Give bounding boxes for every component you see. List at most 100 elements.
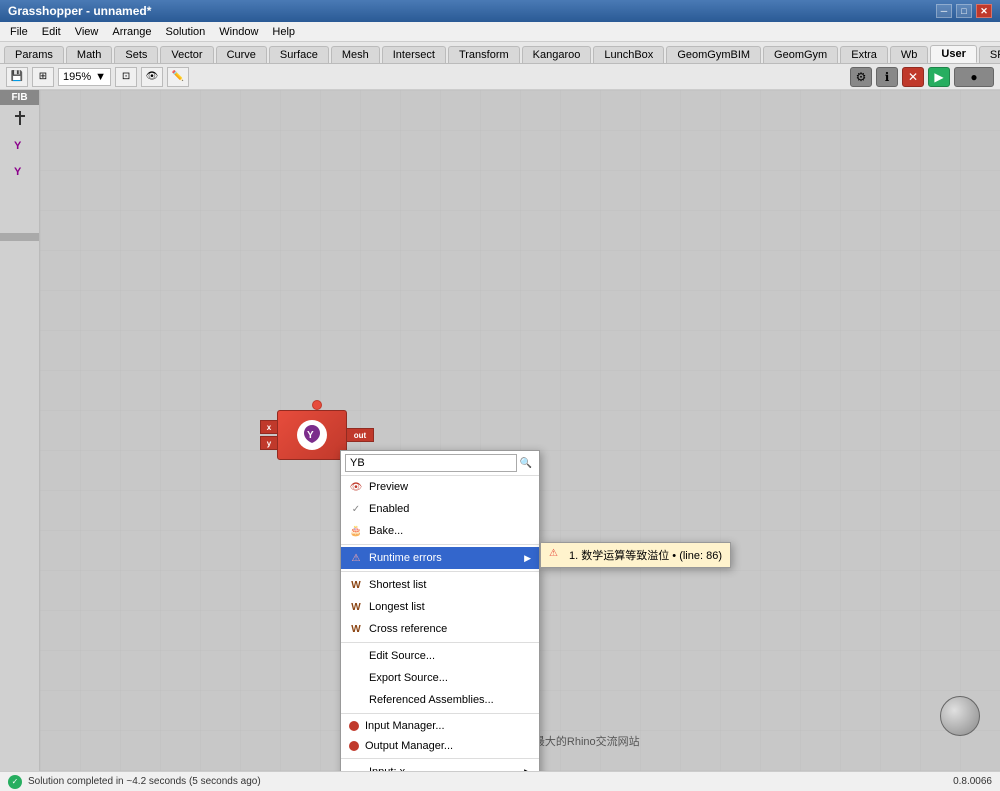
- menu-edit[interactable]: Edit: [36, 24, 67, 40]
- output-manager-icon: [349, 741, 359, 751]
- menu-arrange[interactable]: Arrange: [106, 24, 157, 40]
- menu-item-shortest-list[interactable]: W Shortest list: [341, 574, 539, 596]
- menu-item-longest-list[interactable]: W Longest list: [341, 596, 539, 618]
- separator-2: [341, 571, 539, 572]
- tab-intersect[interactable]: Intersect: [382, 46, 446, 63]
- tab-kangaroo[interactable]: Kangaroo: [522, 46, 592, 63]
- tab-wb[interactable]: Wb: [890, 46, 929, 63]
- menu-item-cross-reference[interactable]: W Cross reference: [341, 618, 539, 640]
- separator-5: [341, 758, 539, 759]
- component-outputs: out: [346, 428, 374, 442]
- input-port-x[interactable]: x: [260, 420, 278, 434]
- tab-sets[interactable]: Sets: [114, 46, 158, 63]
- input-port-y[interactable]: y: [260, 436, 278, 450]
- maximize-button[interactable]: □: [956, 4, 972, 18]
- fib-label: FIB: [0, 90, 39, 105]
- menu-item-referenced-assemblies[interactable]: Referenced Assemblies...: [341, 689, 539, 711]
- fit-all-button[interactable]: ⊡: [115, 67, 137, 87]
- menu-solution[interactable]: Solution: [160, 24, 212, 40]
- menu-item-input-x[interactable]: Input: x ▶: [341, 761, 539, 771]
- context-menu-search: 🔍: [341, 451, 539, 476]
- context-menu-search-input[interactable]: [345, 454, 517, 472]
- status-icon: ✓: [8, 775, 22, 789]
- menu-window[interactable]: Window: [213, 24, 264, 40]
- tab-spm[interactable]: SPM: [979, 46, 1000, 63]
- fit-button[interactable]: ⊞: [32, 67, 54, 87]
- save-button[interactable]: 💾: [6, 67, 28, 87]
- fib-item-bottom[interactable]: [0, 233, 39, 241]
- tab-extra[interactable]: Extra: [840, 46, 888, 63]
- version-text: 0.8.0066: [953, 776, 992, 787]
- menu-item-bake[interactable]: 🎂 Bake...: [341, 520, 539, 542]
- input-manager-icon: [349, 721, 359, 731]
- component-body[interactable]: Y: [277, 410, 347, 460]
- separator-4: [341, 713, 539, 714]
- fib-item-3[interactable]: Y: [0, 157, 39, 183]
- menu-item-enabled[interactable]: ✓ Enabled: [341, 498, 539, 520]
- tab-lunchbox[interactable]: LunchBox: [593, 46, 664, 63]
- tab-user[interactable]: User: [930, 45, 976, 63]
- input-x-icon: [349, 765, 363, 771]
- runtime-errors-submenu: ⚠ 1. 数学运算等致溢位 • (line: 86): [540, 542, 731, 568]
- title-text: Grasshopper - unnamed*: [8, 4, 151, 18]
- export-source-icon: [349, 671, 363, 685]
- menu-item-runtime-errors[interactable]: ⚠ Runtime errors ▶: [341, 547, 539, 569]
- runtime-errors-icon: ⚠: [349, 551, 363, 565]
- canvas-area: F ? FIB Y Y x y: [0, 90, 1000, 771]
- sphere[interactable]: [940, 696, 980, 736]
- zoom-display: 195% ▼: [58, 68, 111, 86]
- tab-transform[interactable]: Transform: [448, 46, 520, 63]
- error-dot: [312, 400, 322, 410]
- unknown-button-right[interactable]: ●: [954, 67, 994, 87]
- output-port-out[interactable]: out: [346, 428, 374, 442]
- preview-icon: 👁: [349, 480, 363, 494]
- separator-3: [341, 642, 539, 643]
- menu-item-output-manager[interactable]: Output Manager...: [341, 736, 539, 756]
- preview-button[interactable]: 👁: [141, 67, 163, 87]
- enabled-icon: ✓: [349, 502, 363, 516]
- info-button-right[interactable]: ℹ: [876, 67, 898, 87]
- tab-curve[interactable]: Curve: [216, 46, 267, 63]
- titlebar-controls: ─ □ ✕: [936, 4, 992, 18]
- menu-item-edit-source[interactable]: Edit Source...: [341, 645, 539, 667]
- cross-reference-icon: W: [349, 622, 363, 636]
- fib-sidebar: FIB Y Y: [0, 90, 40, 771]
- close-button[interactable]: ✕: [976, 4, 992, 18]
- tab-surface[interactable]: Surface: [269, 46, 329, 63]
- fib-icon-3: Y: [11, 161, 29, 179]
- context-menu: 🔍 👁 Preview ✓ Enabled 🎂 Bake... ⚠ Runtim…: [340, 450, 540, 771]
- zoom-dropdown-icon[interactable]: ▼: [95, 71, 106, 83]
- tab-geomgymbim[interactable]: GeomGymBIM: [666, 46, 761, 63]
- menu-help[interactable]: Help: [266, 24, 301, 40]
- settings-button-right[interactable]: ⚙: [850, 67, 872, 87]
- tabbar: Params Math Sets Vector Curve Surface Me…: [0, 42, 1000, 64]
- context-menu-search-button[interactable]: 🔍: [517, 454, 535, 472]
- sphere-widget: [940, 696, 980, 736]
- tab-geomgym[interactable]: GeomGym: [763, 46, 838, 63]
- tab-params[interactable]: Params: [4, 46, 64, 63]
- status-message: Solution completed in ~4.2 seconds (5 se…: [28, 776, 261, 787]
- tab-vector[interactable]: Vector: [160, 46, 213, 63]
- menu-item-preview[interactable]: 👁 Preview: [341, 476, 539, 498]
- menu-item-input-manager[interactable]: Input Manager...: [341, 716, 539, 736]
- component-inputs: x y: [260, 420, 278, 450]
- menu-item-export-source[interactable]: Export Source...: [341, 667, 539, 689]
- sketch-button[interactable]: ✏️: [167, 67, 189, 87]
- menu-view[interactable]: View: [69, 24, 105, 40]
- close-button-right[interactable]: ✕: [902, 67, 924, 87]
- fib-icon-2: Y: [11, 135, 29, 153]
- tab-math[interactable]: Math: [66, 46, 112, 63]
- fib-icon-1: [11, 109, 29, 127]
- longest-list-icon: W: [349, 600, 363, 614]
- submenu-item-1[interactable]: ⚠ 1. 数学运算等致溢位 • (line: 86): [541, 543, 730, 567]
- fib-item-1[interactable]: [0, 105, 39, 131]
- canvas-toolbar: 💾 ⊞ 195% ▼ ⊡ 👁 ✏️ ⚙ ℹ ✕ ▶ ●: [0, 64, 1000, 90]
- submenu-error-icon: ⚠: [549, 548, 563, 562]
- menu-file[interactable]: File: [4, 24, 34, 40]
- component-icon: Y: [297, 420, 327, 450]
- minimize-button[interactable]: ─: [936, 4, 952, 18]
- tab-mesh[interactable]: Mesh: [331, 46, 380, 63]
- fib-item-2[interactable]: Y: [0, 131, 39, 157]
- statusbar: ✓ Solution completed in ~4.2 seconds (5 …: [0, 771, 1000, 791]
- menu-button-right[interactable]: ▶: [928, 67, 950, 87]
